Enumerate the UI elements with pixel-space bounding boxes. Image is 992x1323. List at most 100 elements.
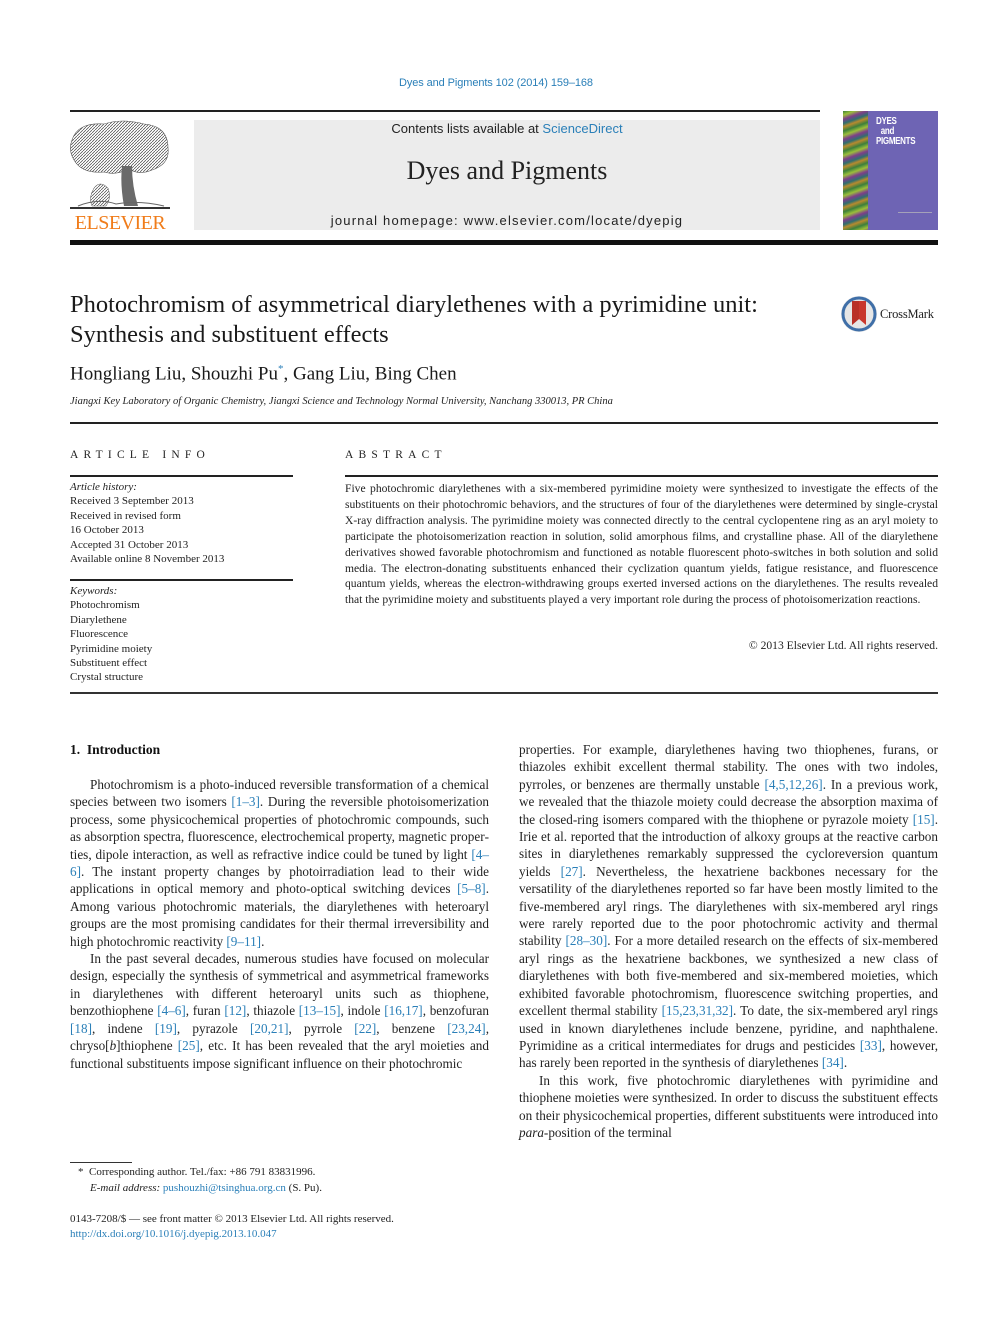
title-block-rule <box>70 422 938 424</box>
citation-reference-link[interactable]: [15] <box>913 812 935 827</box>
citation-reference-link[interactable]: [15,23,31,32] <box>662 1003 733 1018</box>
cover-art-strip <box>843 111 868 230</box>
contents-prefix: Contents lists available at <box>391 121 543 136</box>
history-item: 16 October 2013 <box>70 524 144 537</box>
italic-text: para <box>519 1124 544 1140</box>
article-title: Photochromism of asymmetrical diarylethe… <box>70 291 758 348</box>
email-label: E-mail address: <box>90 1181 161 1194</box>
front-section-rule <box>70 692 938 694</box>
keyword-item: Fluorescence <box>70 628 129 641</box>
masthead-thick-rule <box>70 240 938 245</box>
history-item: Accepted 31 October 2013 <box>70 538 189 551</box>
article-history-label: Article history: <box>70 481 137 493</box>
cover-title-line: PIGMENTS <box>876 136 916 147</box>
keywords-rule <box>70 579 293 581</box>
citation-reference-link[interactable]: [4,5,12,26] <box>764 777 822 792</box>
footnote-rule <box>70 1162 132 1163</box>
keyword-item: Substituent effect <box>70 657 148 670</box>
email-suffix: (S. Pu). <box>285 1181 322 1194</box>
citation-reference-link[interactable]: [22] <box>354 1021 376 1036</box>
author-name[interactable]: Shouzhi Pu <box>191 363 278 384</box>
journal-cover-image[interactable]: DYES and PIGMENTS <box>843 111 938 230</box>
author-separator: , <box>181 363 191 385</box>
doi-link[interactable]: http://dx.doi.org/10.1016/j.dyepig.2013.… <box>70 1227 394 1242</box>
keyword-item: Diarylethene <box>70 613 127 626</box>
author-email-link[interactable]: pushouzhi@tsinghua.org.cn <box>163 1182 286 1194</box>
history-item: Received 3 September 2013 <box>70 495 194 508</box>
article-info-rule <box>70 475 293 477</box>
body-text: , benzofuran <box>422 1003 490 1019</box>
citation-reference-link[interactable]: [33] <box>860 1038 882 1053</box>
sciencedirect-link[interactable]: ScienceDirect <box>542 121 622 136</box>
body-column-right: properties. For example, diarylethenes h… <box>519 741 938 1141</box>
header-rule <box>70 110 820 112</box>
footnote-text: Corresponding author. Tel./fax: +86 791 … <box>89 1166 316 1178</box>
body-text: . The instant property changes by photoi… <box>70 864 489 897</box>
citation-reference-link[interactable]: [16,17] <box>384 1003 422 1018</box>
keyword-item: Photochromism <box>70 599 140 612</box>
abstract-heading: ABSTRACT <box>345 449 447 461</box>
history-item: Available online 8 November 2013 <box>70 553 225 566</box>
article-history: Article history: Received 3 September 20… <box>70 480 293 566</box>
citation-reference-link[interactable]: [18] <box>70 1021 92 1036</box>
corresponding-author-footnote: * Corresponding author. Tel./fax: +86 79… <box>78 1165 322 1196</box>
keyword-item: Crystal structure <box>70 671 144 684</box>
journal-citation-link[interactable]: Dyes and Pigments 102 (2014) 159–168 <box>0 77 992 89</box>
citation-reference-link[interactable]: [9–11] <box>226 934 261 949</box>
contents-availability: Contents lists available at ScienceDirec… <box>194 121 820 136</box>
keyword-item: Pyrimidine moiety <box>70 642 153 655</box>
elsevier-logo[interactable]: ELSEVIER <box>68 118 172 234</box>
citation-reference-link[interactable]: [27] <box>561 864 583 879</box>
body-text: In this work, five photochromic diarylet… <box>519 1072 938 1123</box>
elsevier-tree-icon <box>70 120 170 209</box>
section-heading-introduction: 1. Introduction <box>70 742 161 757</box>
issn-line: 0143-7208/$ — see front matter © 2013 El… <box>70 1213 394 1225</box>
author-separator: , <box>365 363 375 385</box>
abstract-rule <box>345 475 938 477</box>
citation-reference-link[interactable]: [5–8] <box>457 881 486 896</box>
body-text: . <box>261 933 265 949</box>
citation-reference-link[interactable]: [34] <box>822 1055 844 1070</box>
body-paragraph: In this work, five photochromic diarylet… <box>519 1072 938 1142</box>
body-text: -position of the terminal <box>543 1124 672 1140</box>
journal-homepage[interactable]: journal homepage: www.elsevier.com/locat… <box>194 213 820 228</box>
body-text: . <box>843 1055 848 1071</box>
citation-reference-link[interactable]: [25] <box>178 1038 200 1053</box>
author-separator: , <box>283 363 293 385</box>
author-name[interactable]: Bing Chen <box>375 363 457 384</box>
body-text: , benzene <box>376 1020 448 1036</box>
cover-publisher-mark <box>898 212 932 222</box>
citation-reference-link[interactable]: [1–3] <box>231 794 260 809</box>
citation-reference-link[interactable]: [28–30] <box>565 933 607 948</box>
citation-reference-link[interactable]: [23,24] <box>447 1021 485 1036</box>
keywords-list: Keywords: Photochromism Diarylethene Flu… <box>70 584 293 685</box>
crossmark-button[interactable]: CrossMark <box>840 295 940 335</box>
history-item: Received in revised form <box>70 509 181 522</box>
crossmark-label: CrossMark <box>880 307 934 321</box>
front-matter: 0143-7208/$ — see front matter © 2013 El… <box>70 1212 394 1241</box>
body-text: , thiazole <box>246 1003 299 1019</box>
body-text: , furan <box>185 1003 225 1019</box>
cover-title: DYES and PIGMENTS <box>876 117 916 147</box>
author-list: Hongliang Liu, Shouzhi Pu*, Gang Liu, Bi… <box>70 363 457 385</box>
citation-reference-link[interactable]: [20,21] <box>250 1021 288 1036</box>
author-affiliation: Jiangxi Key Laboratory of Organic Chemis… <box>70 396 613 407</box>
body-paragraph-continued: properties. For example, diarylethenes h… <box>519 741 938 1072</box>
abstract-copyright: © 2013 Elsevier Ltd. All rights reserved… <box>748 639 938 652</box>
citation-reference-link[interactable]: [12] <box>224 1003 246 1018</box>
author-name[interactable]: Hongliang Liu <box>70 363 181 384</box>
body-text: , indene <box>91 1020 155 1036</box>
author-name[interactable]: Gang Liu <box>293 363 365 384</box>
body-paragraph: Photochromism is a photo-induced reversi… <box>70 776 489 950</box>
article-info-heading: ARTICLE INFO <box>70 449 210 461</box>
body-text: , pyr­azole <box>176 1020 250 1036</box>
citation-reference-link[interactable]: [13–15] <box>299 1003 341 1018</box>
crossmark-icon <box>841 296 877 332</box>
journal-name: Dyes and Pigments <box>406 156 608 185</box>
citation-reference-link[interactable]: [19] <box>155 1021 177 1036</box>
citation-reference-link[interactable]: [4–6] <box>157 1003 186 1018</box>
body-column-left: Photochromism is a photo-induced reversi… <box>70 776 489 1072</box>
body-text: , indole <box>340 1003 385 1019</box>
elsevier-wordmark: ELSEVIER <box>74 212 166 234</box>
abstract-text: Five photochromic diarylethenes with a s… <box>345 482 938 607</box>
